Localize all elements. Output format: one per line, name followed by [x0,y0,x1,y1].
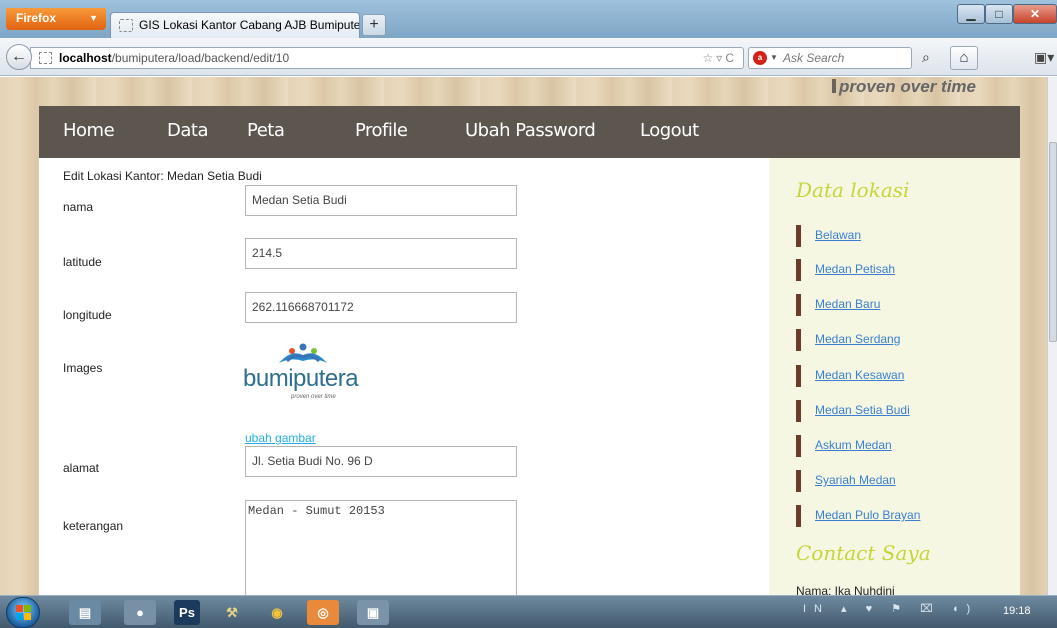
sidebar-item-medan-kesawan[interactable]: Medan Kesawan [796,365,904,387]
back-button[interactable]: ← [6,44,32,70]
url-bar[interactable]: localhost/bumiputera/load/backend/edit/1… [30,47,744,69]
edit-form: Edit Lokasi Kantor: Medan Setia Budi nam… [39,158,769,595]
firefox-taskbar-icon[interactable]: ● [124,600,156,625]
images-label: Images [63,361,103,375]
bookmarks-icon: ▣▾ [1034,49,1055,65]
new-tab-button[interactable]: + [362,14,386,36]
latitude-label: latitude [63,255,102,269]
nama-field[interactable]: Medan Setia Budi [245,185,517,216]
chrome-taskbar-icon[interactable]: ◉ [261,600,293,625]
windows-taskbar: ▤ ● Ps ⚒ ◉ ◎ ▣ IN ▴ ♥ ⚑ ⌧ ◖) 19:18 [0,595,1057,628]
vertical-scrollbar[interactable] [1047,77,1057,595]
firefox-menu-button[interactable]: Firefox ▼ [6,8,106,30]
sidebar-link[interactable]: Medan Pulo Brayan [815,508,920,522]
sidebar-link[interactable]: Medan Kesawan [815,368,904,382]
arrow-left-icon: ← [11,48,27,65]
sidebar-item-medan-serdang[interactable]: Medan Serdang [796,329,900,351]
browser-titlebar: Firefox ▼ GIS Lokasi Kantor Cabang AJB B… [0,0,1057,38]
logo-subtext: proven over time [291,394,336,400]
browser-navbar: localhost/bumiputera/load/backend/edit/1… [0,38,1057,76]
photoshop-taskbar-icon[interactable]: Ps [174,600,200,625]
sidebar-item-syariah-medan[interactable]: Syariah Medan [796,470,896,492]
sidebar-item-askum-medan[interactable]: Askum Medan [796,435,892,457]
bumiputera-logo-icon [279,343,327,363]
url-path: /bumiputera/load/backend/edit/10 [111,51,290,65]
alamat-field[interactable]: Jl. Setia Budi No. 96 D [245,446,517,477]
page-viewport: proven over time Home Data Peta Profile … [0,77,1047,595]
sidebar-item-medan-petisah[interactable]: Medan Petisah [796,259,895,281]
window-minimize-button[interactable]: ▁ [957,4,985,24]
scrollbar-thumb[interactable] [1049,142,1057,342]
alamat-label: alamat [63,461,100,475]
site-tagline: proven over time [839,77,976,96]
keterangan-textarea[interactable]: Medan - Sumut 20153 [245,500,517,595]
url-host: localhost [59,51,112,65]
bookmark-star-icon[interactable]: ☆ [703,51,717,65]
menu-item-peta[interactable]: Peta [247,120,285,141]
url-bar-actions[interactable]: ☆▿C [703,48,737,68]
keterangan-label: keterangan [63,519,124,533]
latitude-field[interactable]: 214.5 [245,238,517,269]
search-placeholder: Ask Search [783,51,845,65]
menu-item-data[interactable]: Data [167,120,208,141]
nama-label: nama [63,200,94,214]
sidebar-link[interactable]: Belawan [815,228,861,242]
menu-item-logout[interactable]: Logout [640,120,699,141]
start-button[interactable] [6,597,40,628]
sidebar-item-medan-baru[interactable]: Medan Baru [796,294,880,316]
ask-icon: a [753,51,767,65]
sidebar-link[interactable]: Medan Petisah [815,262,895,276]
window-maximize-button[interactable]: □ [985,4,1013,24]
firefox-menu-label: Firefox [16,11,57,25]
bookmarks-menu-button[interactable]: ▣▾ [1034,46,1057,70]
search-input[interactable]: a ▼ Ask Search [748,47,912,69]
tagline-marker [832,79,836,93]
search-icon[interactable]: ⌕ [922,49,930,66]
page-favicon-icon [119,19,133,32]
sidebar-item-medan-pulo-brayan[interactable]: Medan Pulo Brayan [796,505,920,527]
site-identity-icon [39,52,52,64]
sidebar: Data lokasi Belawan Medan Petisah Medan … [769,158,1020,595]
language-indicator[interactable]: IN [803,603,830,615]
sidebar-link[interactable]: Medan Serdang [815,332,900,346]
tool-taskbar-icon[interactable]: ⚒ [216,600,248,625]
sidebar-link[interactable]: Syariah Medan [815,473,896,487]
sidebar-title: Data lokasi [796,178,910,202]
sidebar-link[interactable]: Askum Medan [815,438,892,452]
chevron-down-icon: ▼ [89,13,98,23]
change-image-link[interactable]: ubah gambar [245,431,316,445]
history-dropdown-icon[interactable]: ▿ [716,51,725,65]
longitude-label: longitude [63,308,112,322]
sidebar-item-medan-setia-budi[interactable]: Medan Setia Budi [796,400,910,422]
reload-icon[interactable]: C [725,51,737,65]
longitude-field[interactable]: 262.116668701172 [245,292,517,323]
browser-tab-active[interactable]: GIS Lokasi Kantor Cabang AJB Bumipute... [110,12,360,38]
chevron-down-icon: ▼ [770,53,778,62]
home-icon: ⌂ [959,49,969,66]
windows-logo-icon [16,605,32,621]
menu-item-profile[interactable]: Profile [355,120,408,141]
taskbar-clock[interactable]: 19:18 [1003,605,1031,617]
window-taskbar-icon[interactable]: ▣ [357,600,389,625]
main-menu: Home Data Peta Profile Ubah Password Log… [39,106,1020,158]
bumiputera-logo-image: bumiputera proven over time [243,343,373,408]
page-title: Edit Lokasi Kantor: Medan Setia Budi [63,169,262,183]
menu-item-ubah-password[interactable]: Ubah Password [465,120,596,141]
contact-name: Nama: Ika Nuhdini [796,584,895,595]
home-button[interactable]: ⌂ [950,46,978,70]
app-taskbar-icon[interactable]: ◎ [307,600,339,625]
contact-title: Contact Saya [796,541,931,565]
logo-wordmark: bumiputera [243,365,359,392]
sidebar-item-belawan[interactable]: Belawan [796,225,861,247]
tab-title: GIS Lokasi Kantor Cabang AJB Bumipute... [139,18,360,32]
explorer-taskbar-icon[interactable]: ▤ [69,600,101,625]
system-tray[interactable]: IN ▴ ♥ ⚑ ⌧ ◖) [803,602,978,615]
window-close-button[interactable]: ✕ [1013,4,1057,24]
menu-item-home[interactable]: Home [63,120,115,141]
sidebar-link[interactable]: Medan Baru [815,297,880,311]
sidebar-link[interactable]: Medan Setia Budi [815,403,910,417]
